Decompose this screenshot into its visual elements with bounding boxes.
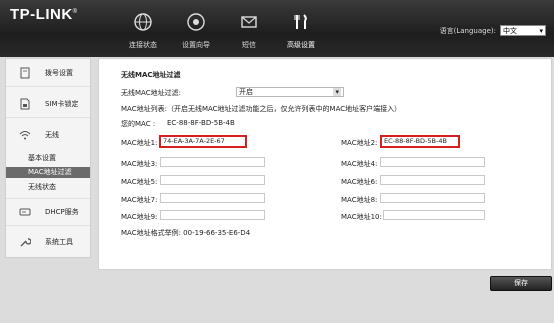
top-header: TP-LINK® 连接状态 设置向导 短信 高级设置 语言(Language):…	[0, 0, 554, 57]
mac-label-4: MAC地址4:	[341, 160, 378, 168]
mac-label-3: MAC地址3:	[121, 160, 158, 168]
chevron-down-icon: ▾	[539, 26, 543, 35]
mac-input-5[interactable]	[160, 175, 265, 185]
tp-link-logo: TP-LINK®	[10, 6, 78, 23]
nav-setup-wizard[interactable]: 设置向导	[176, 12, 216, 50]
mac-input-4[interactable]	[380, 157, 485, 167]
sidebar-item-label: 系统工具	[45, 238, 73, 246]
language-label: 语言(Language):	[439, 26, 496, 35]
nav-label: 设置向导	[182, 41, 210, 49]
sidebar-item-dhcp[interactable]: DHCP服务	[6, 198, 90, 226]
mac-label-8: MAC地址8:	[341, 196, 378, 204]
language-selector: 语言(Language): 中文 ▾	[440, 25, 546, 36]
nav-label: 高级设置	[287, 41, 315, 49]
mac-label-6: MAC地址6:	[341, 178, 378, 186]
filter-label: 无线MAC地址过滤:	[121, 89, 181, 97]
sidebar-item-dialup[interactable]: 拨号设置	[6, 59, 90, 87]
mac-input-9[interactable]	[160, 210, 265, 220]
sidebar-item-system-tools[interactable]: 系统工具	[6, 228, 90, 256]
wrench-icon	[20, 238, 31, 247]
mac-input-10[interactable]	[383, 210, 485, 220]
sidebar-subitem-mac-filter[interactable]: MAC地址过滤	[6, 167, 90, 178]
mac-label-9: MAC地址9:	[121, 213, 158, 221]
sidebar: 拨号设置 SIM卡锁定 无线 基本设置 MAC地址过滤 无线状态 DHCP服务 …	[5, 58, 91, 258]
mac-input-3[interactable]	[160, 157, 265, 167]
filter-toggle-select[interactable]: 开启 ▾	[236, 87, 344, 97]
save-button[interactable]: 保存	[490, 276, 552, 291]
nav-connection-status[interactable]: 连接状态	[123, 12, 163, 50]
mac-filter-panel: 无线MAC地址过滤 无线MAC地址过滤: 开启 ▾ MAC地址列表:（开启无线M…	[98, 58, 552, 270]
mac-input-7[interactable]	[160, 193, 265, 203]
mac-input-2[interactable]: EC-88-8F-BD-5B-4B	[380, 135, 460, 148]
mac-label-2: MAC地址2:	[341, 139, 378, 147]
nav-label: 短信	[242, 41, 256, 49]
your-mac-label: 您的MAC :	[121, 120, 156, 128]
sim-card-icon	[20, 98, 30, 109]
language-dropdown[interactable]: 中文 ▾	[500, 25, 546, 36]
mac-label-1: MAC地址1:	[121, 139, 158, 147]
mac-label-10: MAC地址10:	[341, 213, 382, 221]
mac-format-example: MAC地址格式举例: 00-19-66-35-E6-D4	[121, 229, 251, 237]
sidebar-item-sim-lock[interactable]: SIM卡锁定	[6, 90, 90, 118]
globe-icon	[134, 13, 152, 31]
dialup-icon	[20, 67, 30, 78]
nav-label: 连接状态	[129, 41, 157, 49]
your-mac-value: EC-88-8F-BD-5B-4B	[167, 119, 235, 127]
wifi-icon	[19, 131, 31, 140]
nav-advanced-settings[interactable]: 高级设置	[281, 12, 321, 50]
sidebar-item-label: SIM卡锁定	[45, 99, 79, 108]
mac-input-1[interactable]: 74-EA-3A-7A-2E-67	[159, 135, 247, 148]
mac-label-7: MAC地址7:	[121, 196, 158, 204]
chevron-down-icon: ▾	[333, 88, 341, 96]
mac-label-5: MAC地址5:	[121, 178, 158, 186]
envelope-icon	[241, 16, 257, 28]
sidebar-subitem-basic[interactable]: 基本设置	[6, 153, 90, 164]
sidebar-item-label: DHCP服务	[45, 208, 79, 216]
wizard-icon	[187, 13, 205, 31]
dhcp-server-icon	[19, 208, 31, 216]
mac-input-6[interactable]	[380, 175, 485, 185]
mac-input-8[interactable]	[380, 193, 485, 203]
tools-icon	[294, 14, 307, 29]
mac-list-note: MAC地址列表:（开启无线MAC地址过滤功能之后，仅允许列表中的MAC地址客户端…	[121, 105, 402, 113]
sidebar-item-wireless[interactable]: 无线	[6, 121, 90, 149]
sidebar-subitem-wireless-status[interactable]: 无线状态	[6, 182, 90, 193]
sidebar-item-label: 拨号设置	[45, 68, 73, 77]
nav-sms[interactable]: 短信	[229, 12, 269, 50]
sidebar-item-label: 无线	[45, 131, 59, 139]
section-title: 无线MAC地址过滤	[121, 71, 181, 79]
